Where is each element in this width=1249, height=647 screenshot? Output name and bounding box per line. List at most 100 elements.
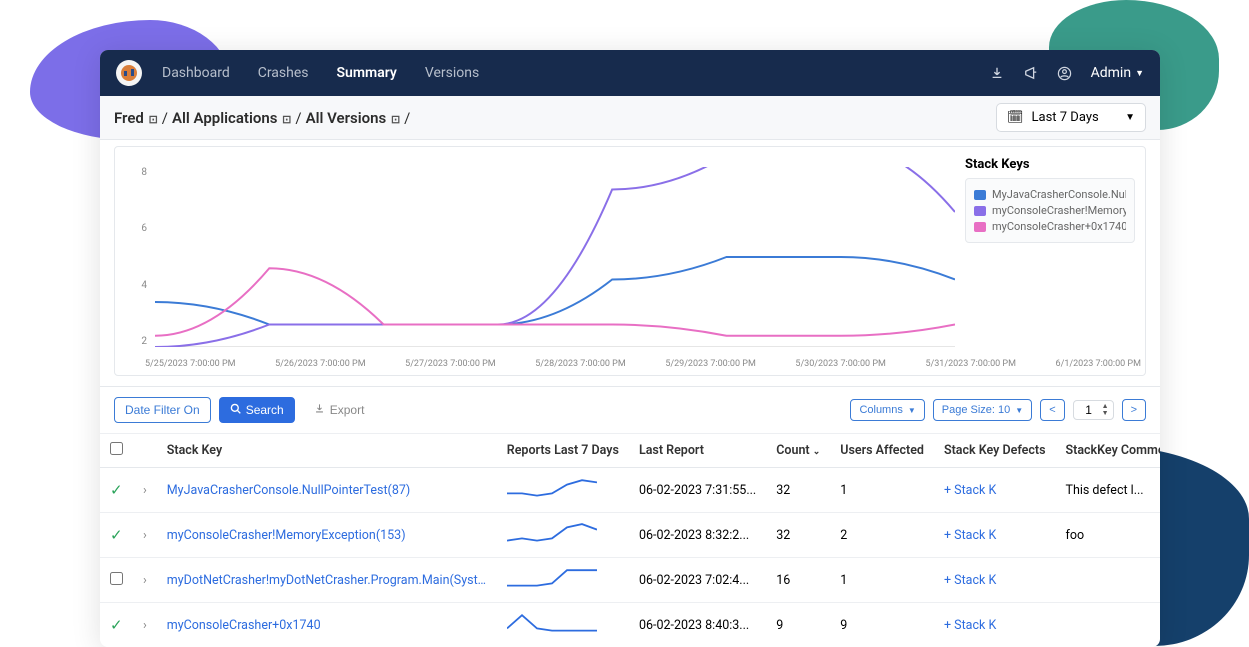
legend-title: Stack Keys <box>965 157 1135 172</box>
line-chart <box>155 167 955 347</box>
sparkline-cell <box>497 468 629 513</box>
search-button[interactable]: Search <box>219 397 295 423</box>
chevron-down-icon: ▼ <box>1125 112 1135 123</box>
export-icon <box>314 403 325 417</box>
row-check-cell[interactable] <box>100 558 133 603</box>
row-checkbox[interactable] <box>110 572 123 585</box>
col-reports[interactable]: Reports Last 7 Days <box>497 434 629 468</box>
results-table: Stack Key Reports Last 7 Days Last Repor… <box>100 433 1160 647</box>
chart-panel: 8 6 4 2 5/25/2023 7:00:00 PM 5/26/2023 7… <box>100 140 1160 387</box>
defect-link[interactable]: + Stack K <box>934 468 1056 513</box>
col-defects[interactable]: Stack Key Defects <box>934 434 1056 468</box>
stepper-arrows[interactable]: ▲▼ <box>1102 403 1109 417</box>
legend-item[interactable]: myConsoleCrasher+0x1740 <box>974 220 1126 233</box>
expand-toggle[interactable]: › <box>133 468 157 513</box>
x-axis-ticks: 5/25/2023 7:00:00 PM 5/26/2023 7:00:00 P… <box>115 359 1145 369</box>
users-cell: 1 <box>830 558 934 603</box>
comment-cell: This defect l... <box>1056 468 1161 513</box>
select-all-checkbox[interactable] <box>110 442 123 455</box>
nav-dashboard[interactable]: Dashboard <box>162 65 230 81</box>
col-stack-key[interactable]: Stack Key <box>157 434 497 468</box>
nav-right: Admin ▼ <box>989 65 1144 81</box>
check-icon: ✓ <box>110 526 123 544</box>
nav-summary[interactable]: Summary <box>337 65 397 81</box>
date-range-picker[interactable]: 🗓 Last 7 Days ▼ <box>996 103 1146 132</box>
stack-key-link[interactable]: myConsoleCrasher!MemoryException(153) <box>157 513 497 558</box>
breadcrumb-sep: / <box>404 109 410 127</box>
announce-icon[interactable] <box>1023 65 1039 81</box>
breadcrumb-item[interactable]: All Versions ⊡ <box>306 109 401 127</box>
defect-link[interactable]: + Stack K <box>934 603 1056 647</box>
sparkline-cell <box>497 558 629 603</box>
count-cell: 16 <box>766 558 830 603</box>
row-check-cell[interactable]: ✓ <box>100 513 133 558</box>
columns-button[interactable]: Columns ▼ <box>850 399 924 421</box>
defect-link[interactable]: + Stack K <box>934 558 1056 603</box>
admin-label: Admin <box>1091 65 1131 81</box>
stack-key-link[interactable]: myConsoleCrasher+0x1740 <box>157 603 497 647</box>
next-page-button[interactable]: > <box>1122 399 1146 421</box>
prev-page-button[interactable]: < <box>1040 399 1064 421</box>
expand-header <box>133 434 157 468</box>
select-all-header[interactable] <box>100 434 133 468</box>
breadcrumb-item[interactable]: Fred ⊡ <box>114 109 158 127</box>
nav-links: Dashboard Crashes Summary Versions <box>162 65 479 81</box>
chevron-down-icon: ⌄ <box>813 447 821 457</box>
breadcrumb-sep: / <box>295 109 301 127</box>
page-number-field[interactable] <box>1078 403 1100 417</box>
check-icon: ✓ <box>110 616 123 634</box>
download-icon[interactable] <box>989 65 1005 81</box>
check-icon: ✓ <box>110 481 123 499</box>
nav-versions[interactable]: Versions <box>425 65 479 81</box>
col-last-report[interactable]: Last Report <box>629 434 766 468</box>
table-row: ✓›myConsoleCrasher+0x174006-02-2023 8:40… <box>100 603 1160 647</box>
last-report-cell: 06-02-2023 7:02:4... <box>629 558 766 603</box>
chevron-down-icon: ▼ <box>1015 406 1023 415</box>
expand-toggle[interactable]: › <box>133 513 157 558</box>
y-axis-ticks: 8 6 4 2 <box>123 167 147 347</box>
page-number-input[interactable]: ▲▼ <box>1073 400 1114 420</box>
dropdown-icon: ⊡ <box>146 113 158 126</box>
row-check-cell[interactable]: ✓ <box>100 603 133 647</box>
col-count[interactable]: Count ⌄ <box>766 434 830 468</box>
sparkline-cell <box>497 603 629 647</box>
date-filter-button[interactable]: Date Filter On <box>114 397 211 423</box>
last-report-cell: 06-02-2023 7:31:55... <box>629 468 766 513</box>
table-row: ✓›myConsoleCrasher!MemoryException(153)0… <box>100 513 1160 558</box>
expand-toggle[interactable]: › <box>133 603 157 647</box>
users-cell: 1 <box>830 468 934 513</box>
export-button[interactable]: Export <box>303 397 376 423</box>
sparkline-cell <box>497 513 629 558</box>
user-circle-icon[interactable] <box>1057 65 1073 81</box>
stack-key-link[interactable]: MyJavaCrasherConsole.NullPointerTest(87) <box>157 468 497 513</box>
row-check-cell[interactable]: ✓ <box>100 468 133 513</box>
table-row: ›myDotNetCrasher!myDotNetCrasher.Program… <box>100 558 1160 603</box>
date-range-label: Last 7 Days <box>1032 110 1099 125</box>
stack-key-link[interactable]: myDotNetCrasher!myDotNetCrasher.Program.… <box>157 558 497 603</box>
dropdown-icon: ⊡ <box>388 113 400 126</box>
col-users[interactable]: Users Affected <box>830 434 934 468</box>
legend-item[interactable]: myConsoleCrasher!Memory... <box>974 204 1126 217</box>
search-icon <box>230 403 241 417</box>
breadcrumb-item[interactable]: All Applications ⊡ <box>172 109 291 127</box>
chevron-down-icon: ▼ <box>908 406 916 415</box>
page-size-button[interactable]: Page Size: 10 ▼ <box>933 399 1032 421</box>
comment-cell: foo <box>1056 513 1161 558</box>
legend-item[interactable]: MyJavaCrasherConsole.Null... <box>974 188 1126 201</box>
top-navbar: Dashboard Crashes Summary Versions Admin… <box>100 50 1160 96</box>
chart-legend: Stack Keys MyJavaCrasherConsole.Null... … <box>965 157 1135 243</box>
count-cell: 32 <box>766 513 830 558</box>
nav-crashes[interactable]: Crashes <box>258 65 309 81</box>
table-row: ✓ ›MyJavaCrasherConsole.NullPointerTest(8… <box>100 468 1160 513</box>
admin-dropdown[interactable]: Admin ▼ <box>1091 65 1144 81</box>
breadcrumb-bar: Fred ⊡ / All Applications ⊡ / All Versio… <box>100 96 1160 140</box>
col-comments[interactable]: StackKey Comments <box>1056 434 1161 468</box>
table-toolbar: Date Filter On Search Export Columns ▼ P… <box>100 387 1160 433</box>
expand-toggle[interactable]: › <box>133 558 157 603</box>
dropdown-icon: ⊡ <box>279 113 291 126</box>
users-cell: 9 <box>830 603 934 647</box>
defect-link[interactable]: + Stack K <box>934 513 1056 558</box>
app-logo[interactable] <box>116 60 142 86</box>
app-window: Dashboard Crashes Summary Versions Admin… <box>100 50 1160 647</box>
chart-area: 8 6 4 2 5/25/2023 7:00:00 PM 5/26/2023 7… <box>114 146 1146 376</box>
